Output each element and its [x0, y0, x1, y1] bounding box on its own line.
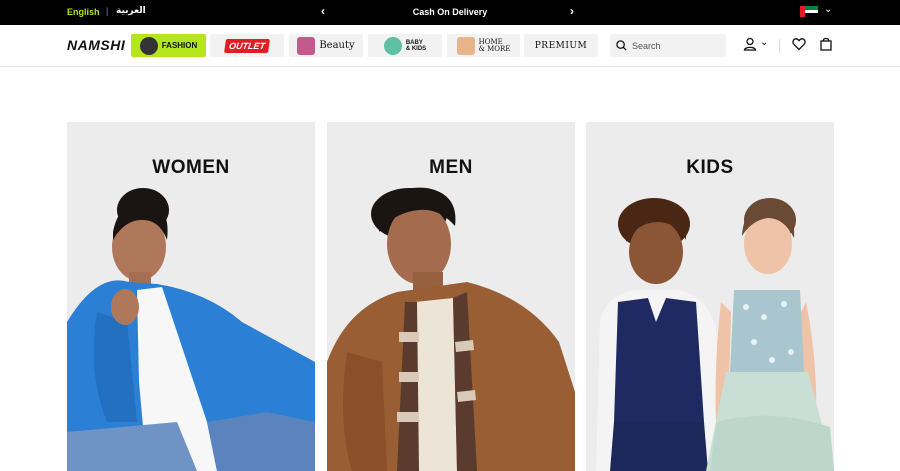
user-icon[interactable]: [743, 37, 757, 51]
category-beauty[interactable]: Beauty: [289, 34, 363, 57]
card-women[interactable]: WOMEN: [67, 122, 315, 471]
namshi-logo[interactable]: NAMSHI: [67, 37, 125, 53]
category-fashion-label: FASHION: [161, 41, 198, 50]
card-women-title: WOMEN: [152, 157, 230, 178]
category-home-label-line2: & MORE: [478, 44, 511, 53]
card-men[interactable]: MEN: [327, 122, 575, 471]
category-outlet-label: OUTLET: [224, 38, 270, 53]
category-premium[interactable]: PREMIUM: [524, 34, 598, 57]
category-premium-label: PREMIUM: [534, 40, 588, 51]
chevron-down-icon[interactable]: ⌄: [760, 37, 768, 48]
uae-flag-icon[interactable]: [800, 6, 818, 18]
header-divider: [779, 39, 780, 53]
search-input[interactable]: [632, 40, 717, 51]
language-english-link[interactable]: English: [67, 7, 100, 17]
home-thumbnail: [456, 36, 475, 55]
search-box[interactable]: [610, 34, 726, 57]
announcement-bar: English | العربية ‹ Cash On Delivery › ⌄: [0, 0, 900, 25]
card-kids-title: KIDS: [686, 157, 734, 178]
chevron-left-icon[interactable]: ‹: [321, 4, 325, 18]
language-separator: |: [106, 6, 109, 16]
card-men-title: MEN: [429, 157, 473, 178]
heart-icon[interactable]: [792, 37, 806, 51]
search-icon: [616, 40, 627, 51]
baby-kids-thumbnail: [383, 36, 402, 55]
beauty-thumbnail: [297, 36, 316, 55]
category-baby-kids[interactable]: BABY & KIDS: [368, 34, 442, 57]
chevron-down-icon[interactable]: ⌄: [824, 4, 832, 15]
chevron-right-icon[interactable]: ›: [570, 4, 574, 18]
language-arabic-link[interactable]: العربية: [116, 6, 146, 16]
promo-message: Cash On Delivery: [412, 7, 488, 17]
category-home-more[interactable]: HOME & MORE: [447, 34, 520, 57]
category-beauty-label: Beauty: [319, 40, 355, 51]
fashion-thumbnail: [139, 36, 158, 55]
category-outlet[interactable]: OUTLET: [210, 34, 284, 57]
card-kids[interactable]: KIDS: [586, 122, 834, 471]
category-baby-label-line2: & KIDS: [405, 45, 427, 52]
bag-icon[interactable]: [820, 37, 832, 51]
main-header: NAMSHI FASHION OUTLET Beauty BABY & KIDS…: [0, 25, 900, 67]
category-fashion[interactable]: FASHION: [131, 34, 206, 57]
